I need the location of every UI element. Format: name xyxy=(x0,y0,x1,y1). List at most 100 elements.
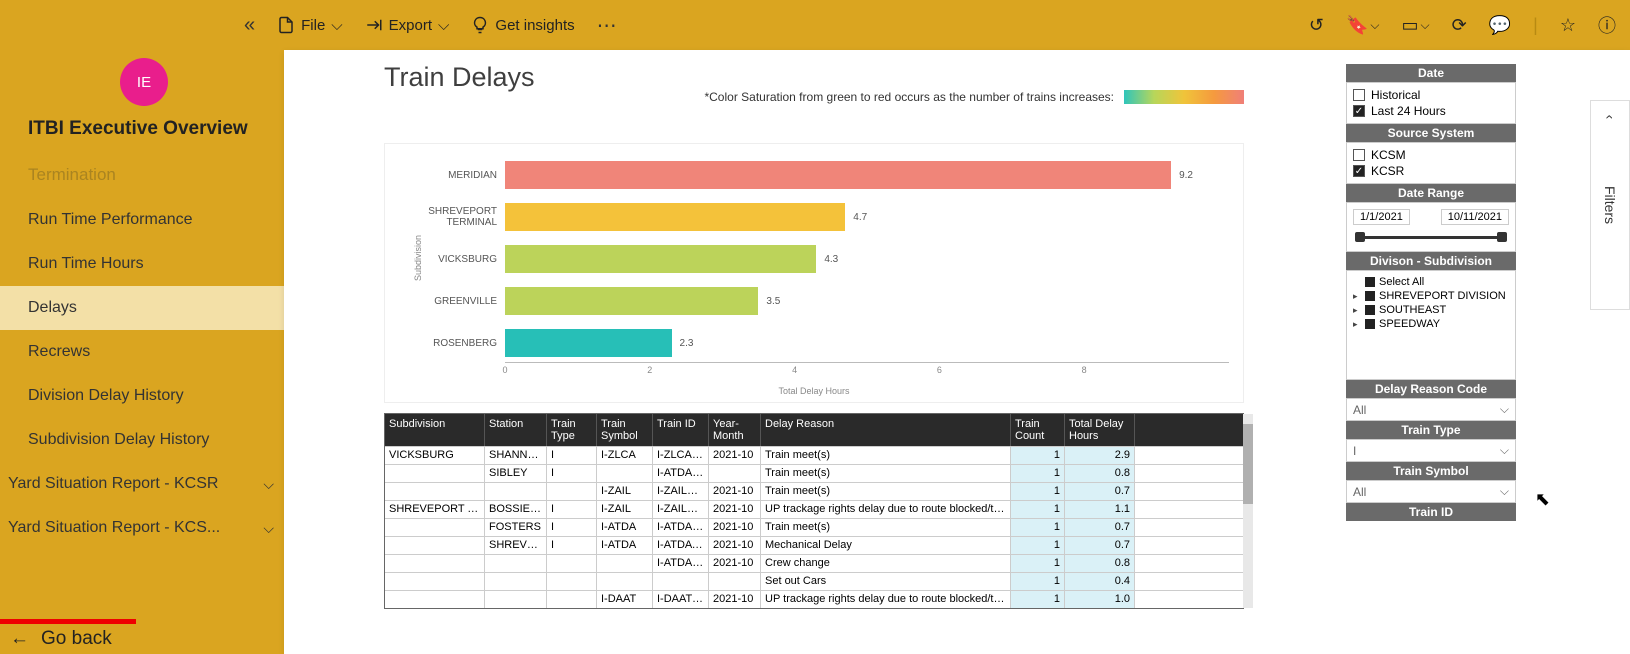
table-cell xyxy=(547,591,597,608)
table-row[interactable]: SHREVEPORT TERMINALBOSSIER CITYII-ZAILI-… xyxy=(385,500,1243,518)
table-row[interactable]: VICKSBURGSHANNONII-ZLCAI-ZLCAI -082021-1… xyxy=(385,446,1243,464)
traintype-dropdown[interactable]: I⌵ xyxy=(1346,439,1516,462)
table-row[interactable]: I-DAATI-DAAT -102021-10UP trackage right… xyxy=(385,590,1243,608)
scrollbar-thumb[interactable] xyxy=(1243,424,1253,504)
go-back-button[interactable]: ← Go back xyxy=(10,628,112,650)
table-row[interactable]: Set out Cars10.4 xyxy=(385,572,1243,590)
tree-item[interactable]: ▸SOUTHEAST xyxy=(1353,303,1509,317)
chart-bar[interactable] xyxy=(505,161,1171,189)
tree-item[interactable]: Select All xyxy=(1353,275,1509,289)
insights-button[interactable]: Get insights xyxy=(471,16,574,34)
sidebar-item-label: Yard Situation Report - KCS... xyxy=(8,519,220,537)
export-menu[interactable]: Export ⌵ xyxy=(365,16,450,34)
table-header[interactable]: Train Type xyxy=(547,414,597,446)
info-icon[interactable]: ⓘ xyxy=(1598,12,1616,38)
checkbox-kcsr[interactable]: ✓KCSR xyxy=(1353,163,1509,179)
table-row[interactable]: I-ATDA2 -092021-10Crew change10.8 xyxy=(385,554,1243,572)
checkbox-historical[interactable]: Historical xyxy=(1353,87,1509,103)
delay-table[interactable]: SubdivisionStationTrain TypeTrain Symbol… xyxy=(384,413,1244,609)
date-from-input[interactable]: 1/1/2021 xyxy=(1353,209,1410,225)
table-row[interactable]: FOSTERSII-ATDAI-ATDA2 -092021-10Train me… xyxy=(385,518,1243,536)
table-header[interactable]: Subdivision xyxy=(385,414,485,446)
refresh-icon[interactable]: ⟳ xyxy=(1452,15,1467,36)
table-header[interactable]: Total Delay Hours xyxy=(1065,414,1135,446)
table-row[interactable]: I-ZAILI-ZAILC -092021-10Train meet(s)10.… xyxy=(385,482,1243,500)
slicer-panel: Date Historical ✓Last 24 Hours Source Sy… xyxy=(1346,64,1516,521)
sidebar-item[interactable]: Delays xyxy=(0,286,284,330)
date-to-input[interactable]: 10/11/2021 xyxy=(1441,209,1509,225)
table-header[interactable]: Train Symbol xyxy=(597,414,653,446)
table-cell: SHREVEPORT xyxy=(485,537,547,554)
tree-item[interactable]: ▸SPEEDWAY xyxy=(1353,317,1509,331)
sidebar-item[interactable]: Termination xyxy=(0,152,284,198)
sidebar-item[interactable]: Yard Situation Report - KCS...⌵ xyxy=(0,506,284,550)
chart-bar[interactable] xyxy=(505,203,845,231)
date-range-slider[interactable] xyxy=(1355,231,1507,243)
table-cell: SIBLEY xyxy=(485,465,547,482)
star-icon[interactable]: ☆ xyxy=(1560,15,1576,36)
table-header[interactable]: Year-Month xyxy=(709,414,761,446)
checkbox-icon xyxy=(1365,291,1375,301)
chart-bar[interactable] xyxy=(505,245,816,273)
table-cell: I xyxy=(547,501,597,518)
chart-x-axis-label: Total Delay Hours xyxy=(778,386,849,396)
report-title: ITBI Executive Overview xyxy=(28,118,284,140)
file-label: File xyxy=(301,17,325,34)
comment-icon[interactable]: 💬 xyxy=(1489,15,1511,36)
table-cell xyxy=(547,573,597,590)
sidebar-item[interactable]: Run Time Hours xyxy=(0,242,284,286)
filters-pane-tab[interactable]: ‹ Filters xyxy=(1590,100,1630,310)
chevron-down-icon: ⌵ xyxy=(1500,484,1509,499)
table-header[interactable]: Delay Reason xyxy=(761,414,1011,446)
sidebar-item[interactable]: Recrews xyxy=(0,330,284,374)
checkbox-last24[interactable]: ✓Last 24 Hours xyxy=(1353,103,1509,119)
chart-category-label: VICKSBURG xyxy=(387,254,505,265)
chart-x-tick: 6 xyxy=(937,365,942,375)
table-cell: 0.7 xyxy=(1065,519,1135,536)
chevron-left-icon: ‹ xyxy=(1602,115,1618,120)
table-cell: 0.8 xyxy=(1065,465,1135,482)
table-cell: 2.9 xyxy=(1065,447,1135,464)
table-cell: Train meet(s) xyxy=(761,519,1011,536)
table-cell xyxy=(547,555,597,572)
table-cell xyxy=(485,591,547,608)
sidebar-item[interactable]: Yard Situation Report - KCSR⌵ xyxy=(0,462,284,506)
tree-item[interactable]: ▸SHREVEPORT DIVISION xyxy=(1353,289,1509,303)
table-header[interactable]: Station xyxy=(485,414,547,446)
reset-icon[interactable]: ↺ xyxy=(1309,15,1324,36)
table-cell: UP trackage rights delay due to route bl… xyxy=(761,501,1011,518)
table-cell: I-ATDA2 -09 xyxy=(653,519,709,536)
page-title: Train Delays xyxy=(384,62,1244,93)
table-cell: 1 xyxy=(1011,537,1065,554)
table-row[interactable]: SIBLEYII-ATDA2 -09Train meet(s)10.8 xyxy=(385,464,1243,482)
view-icon[interactable]: ▭⌵ xyxy=(1402,15,1430,36)
chart-bar[interactable] xyxy=(505,287,758,315)
more-icon[interactable]: ⋯ xyxy=(597,13,617,38)
table-cell: UP trackage rights delay due to route bl… xyxy=(761,591,1011,608)
sidebar-item[interactable]: Division Delay History xyxy=(0,374,284,418)
sidebar-item[interactable]: Run Time Performance xyxy=(0,198,284,242)
checkbox-kcsm[interactable]: KCSM xyxy=(1353,147,1509,163)
table-header[interactable]: Train Count xyxy=(1011,414,1065,446)
table-cell: 1 xyxy=(1011,465,1065,482)
lightbulb-icon xyxy=(471,16,489,34)
sidebar-item[interactable]: Subdivision Delay History xyxy=(0,418,284,462)
slicer-trainid-header: Train ID xyxy=(1346,503,1516,521)
trainsymbol-dropdown[interactable]: All⌵ xyxy=(1346,480,1516,503)
table-cell: 1 xyxy=(1011,501,1065,518)
file-menu[interactable]: File ⌵ xyxy=(277,16,343,34)
table-cell: 1 xyxy=(1011,519,1065,536)
bookmark-icon[interactable]: 🔖⌵ xyxy=(1346,15,1380,36)
delay-bar-chart[interactable]: Subdivision MERIDIAN9.2SHREVEPORT TERMIN… xyxy=(384,143,1244,403)
table-cell: 2021-10 xyxy=(709,537,761,554)
table-header[interactable]: Train ID xyxy=(653,414,709,446)
delaycode-dropdown[interactable]: All⌵ xyxy=(1346,398,1516,421)
chart-bar[interactable] xyxy=(505,329,672,357)
table-cell xyxy=(709,573,761,590)
back-chevron-icon[interactable]: « xyxy=(244,14,255,37)
table-cell: I xyxy=(547,465,597,482)
table-row[interactable]: SHREVEPORTII-ATDAI-ATDA -102021-10Mechan… xyxy=(385,536,1243,554)
avatar[interactable]: IE xyxy=(120,58,168,106)
table-cell: 0.4 xyxy=(1065,573,1135,590)
slicer-delaycode-header: Delay Reason Code xyxy=(1346,380,1516,398)
